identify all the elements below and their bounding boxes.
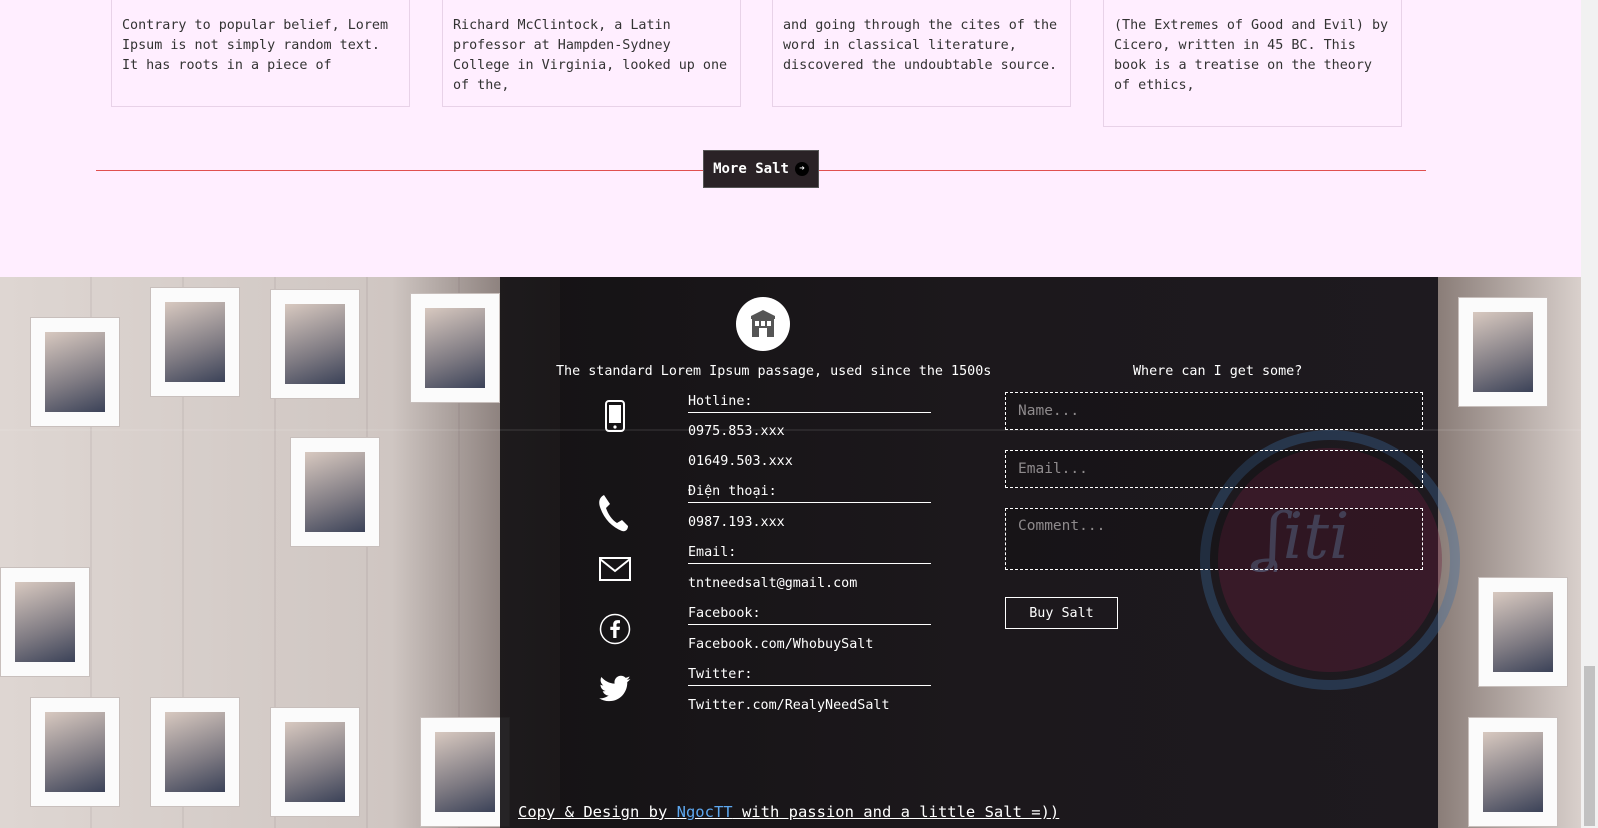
telephone-icon bbox=[596, 495, 630, 532]
mobile-phone-icon bbox=[598, 399, 632, 433]
arrow-right-icon: ➜ bbox=[794, 162, 809, 176]
email-field[interactable] bbox=[1005, 450, 1423, 488]
copyright-line: Copy & Design by NgocTT with passion and… bbox=[518, 803, 1059, 821]
card-text: Contrary to popular belief, Lorem Ipsum … bbox=[122, 18, 389, 73]
form-title: Where can I get some? bbox=[1133, 364, 1303, 379]
phone-number: 0987.193.xxx bbox=[688, 515, 785, 530]
card-text: Richard McClintock, a Latin professor at… bbox=[453, 18, 728, 93]
email-label: Email: bbox=[688, 545, 931, 564]
facebook-icon[interactable] bbox=[598, 612, 632, 646]
email-value: tntneedsalt@gmail.com bbox=[688, 576, 858, 591]
card-2: Richard McClintock, a Latin professor at… bbox=[442, 0, 741, 107]
facebook-link[interactable]: Facebook.com/WhobuySalt bbox=[688, 637, 873, 652]
card-1: Contrary to popular belief, Lorem Ipsum … bbox=[111, 0, 410, 107]
contact-title: The standard Lorem Ipsum passage, used s… bbox=[556, 364, 992, 379]
background-photo-left bbox=[0, 277, 560, 828]
more-salt-button[interactable]: More Salt ➜ bbox=[703, 150, 819, 188]
copyright-suffix: with passion and a little Salt =)) bbox=[732, 803, 1060, 821]
twitter-label: Twitter: bbox=[688, 667, 931, 686]
hotline-number-2: 01649.503.xxx bbox=[688, 454, 793, 469]
buy-salt-button[interactable]: Buy Salt bbox=[1005, 597, 1118, 629]
author-link[interactable]: NgocTT bbox=[677, 803, 733, 821]
scrollbar-thumb[interactable] bbox=[1584, 666, 1595, 826]
card-4: (The Extremes of Good and Evil) by Cicer… bbox=[1103, 0, 1402, 127]
card-3: and going through the cites of the word … bbox=[772, 0, 1071, 107]
phone-label: Điện thoại: bbox=[688, 484, 931, 503]
comment-field[interactable] bbox=[1005, 508, 1423, 570]
facebook-label: Facebook: bbox=[688, 606, 931, 625]
store-icon bbox=[736, 297, 790, 351]
card-text: (The Extremes of Good and Evil) by Cicer… bbox=[1114, 18, 1389, 93]
twitter-link[interactable]: Twitter.com/RealyNeedSalt bbox=[688, 698, 890, 713]
more-salt-label: More Salt bbox=[713, 161, 789, 177]
mail-icon bbox=[598, 552, 632, 586]
card-text: and going through the cites of the word … bbox=[783, 18, 1058, 73]
name-field[interactable] bbox=[1005, 392, 1423, 430]
hotline-number-1: 0975.853.xxx bbox=[688, 424, 785, 439]
twitter-icon[interactable] bbox=[598, 672, 632, 706]
copyright-prefix: Copy & Design by bbox=[518, 803, 677, 821]
hotline-label: Hotline: bbox=[688, 394, 931, 413]
